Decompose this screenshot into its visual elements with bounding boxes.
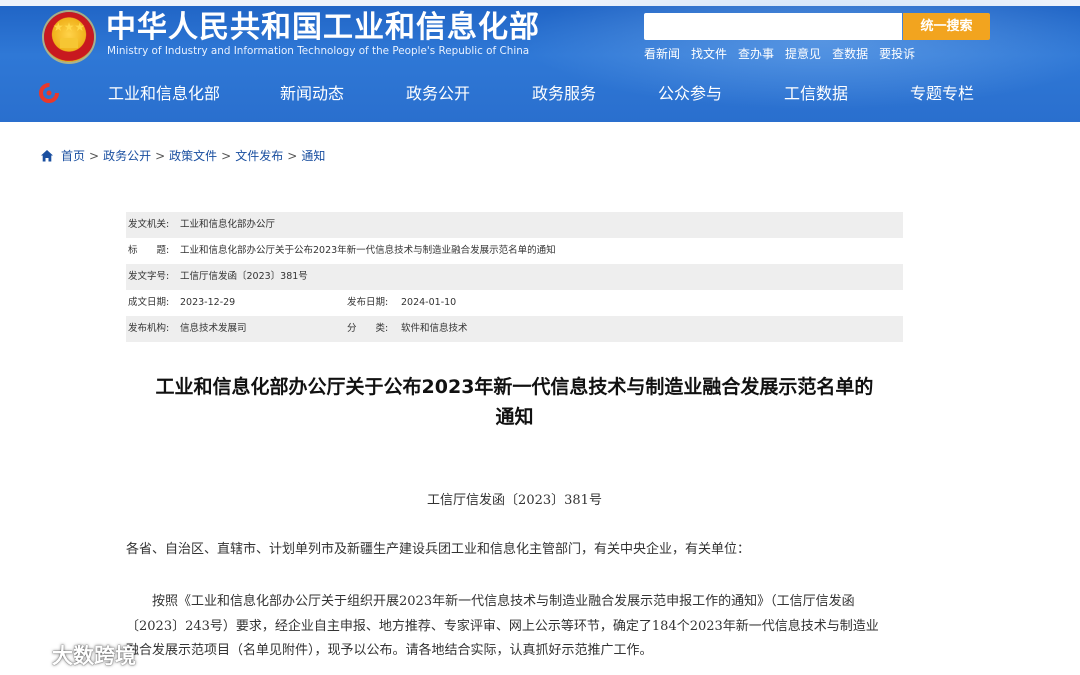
nav-item-participation[interactable]: 公众参与 — [658, 80, 722, 108]
breadcrumb-separator: > — [89, 149, 100, 163]
watermark-logo-icon — [10, 645, 48, 664]
quick-link-data[interactable]: 查数据 — [832, 45, 868, 63]
meta-value-issuer: 工业和信息化部办公厅 — [180, 219, 276, 230]
document-title: 工业和信息化部办公厅关于公布2023年新一代信息技术与制造业融合发展示范名单的 … — [126, 372, 903, 432]
meta-value-created: 2023-12-29 — [180, 297, 236, 308]
meta-row-title: 标 题: 工业和信息化部办公厅关于公布2023年新一代信息技术与制造业融合发展示… — [126, 238, 903, 264]
document-body-paragraph: 按照《工业和信息化部办公厅关于组织开展2023年新一代信息技术与制造业融合发展示… — [126, 590, 903, 664]
meta-value-title: 工业和信息化部办公厅关于公布2023年新一代信息技术与制造业融合发展示范名单的通… — [180, 245, 556, 256]
watermark-text: 大数跨境 — [52, 644, 136, 668]
meta-value-org: 信息技术发展司 — [180, 323, 247, 334]
breadcrumb-file-release[interactable]: 文件发布 — [235, 147, 283, 165]
breadcrumb-gov-affairs[interactable]: 政务公开 — [103, 147, 151, 165]
site-header: ★★★ 中华人民共和国工业和信息化部 Ministry of Industry … — [0, 0, 1080, 122]
national-emblem-icon[interactable]: ★★★ — [44, 12, 94, 62]
search-button[interactable]: 统一搜索 — [903, 13, 990, 40]
meta-label-title: 标 题: — [128, 245, 170, 256]
meta-value-category: 软件和信息技术 — [401, 323, 468, 334]
breadcrumb-policy-files[interactable]: 政策文件 — [169, 147, 217, 165]
quick-link-complaint[interactable]: 要投诉 — [879, 45, 915, 63]
breadcrumb-notice[interactable]: 通知 — [301, 147, 325, 165]
nav-item-gov-services[interactable]: 政务服务 — [532, 80, 596, 108]
meta-value-published: 2024-01-10 — [401, 297, 457, 308]
search-input[interactable] — [644, 13, 902, 40]
quick-link-services[interactable]: 查办事 — [738, 45, 774, 63]
body-line: 〔2023〕243号）要求，经企业自主申报、地方推荐、专家评审、网上公示等环节，… — [126, 618, 879, 634]
meta-row-dates: 成文日期: 2023-12-29 发布日期: 2024-01-10 — [126, 290, 903, 316]
body-line: 融合发展示范项目（名单见附件），现予以公布。请各地结合实际，认真抓好示范推广工作… — [126, 643, 653, 658]
nav-item-news[interactable]: 新闻动态 — [280, 80, 344, 108]
document-metadata-table: 发文机关: 工业和信息化部办公厅 标 题: 工业和信息化部办公厅关于公布2023… — [126, 212, 903, 342]
meta-value-doc-number: 工信厅信发函〔2023〕381号 — [180, 271, 308, 282]
breadcrumb-separator: > — [221, 149, 232, 163]
meta-label-created: 成文日期: — [128, 297, 170, 308]
site-title-cn[interactable]: 中华人民共和国工业和信息化部 — [106, 8, 540, 48]
quick-link-files[interactable]: 找文件 — [691, 45, 727, 63]
nav-item-data[interactable]: 工信数据 — [784, 80, 848, 108]
meta-row-doc-number: 发文字号: 工信厅信发函〔2023〕381号 — [126, 264, 903, 290]
ministry-logo-icon[interactable] — [38, 82, 60, 104]
main-nav: 工业和信息化部 新闻动态 政务公开 政务服务 公众参与 工信数据 专题专栏 — [80, 80, 1080, 108]
meta-row-org: 发布机构: 信息技术发展司 分 类: 软件和信息技术 — [126, 316, 903, 342]
breadcrumb-separator: > — [155, 149, 166, 163]
body-line: 按照《工业和信息化部办公厅关于组织开展2023年新一代信息技术与制造业融合发展示… — [152, 594, 855, 609]
home-icon[interactable] — [40, 149, 54, 163]
watermark: 大数跨境 — [8, 640, 136, 670]
meta-label-issuer: 发文机关: — [128, 219, 170, 230]
breadcrumb-separator: > — [287, 149, 298, 163]
site-title-en: Ministry of Industry and Information Tec… — [107, 45, 530, 57]
meta-row-issuer: 发文机关: 工业和信息化部办公厅 — [126, 212, 903, 238]
meta-label-doc-number: 发文字号: — [128, 271, 170, 282]
breadcrumb: 首页 > 政务公开 > 政策文件 > 文件发布 > 通知 — [40, 147, 325, 165]
meta-label-category: 分 类: — [347, 323, 389, 334]
quick-links: 看新闻 找文件 查办事 提意见 查数据 要投诉 — [644, 45, 926, 63]
document-title-line: 通知 — [495, 406, 534, 428]
breadcrumb-home[interactable]: 首页 — [61, 147, 85, 165]
document-addressee: 各省、自治区、直辖市、计划单列市及新疆生产建设兵团工业和信息化主管部门，有关中央… — [126, 542, 751, 557]
nav-item-gov-affairs[interactable]: 政务公开 — [406, 80, 470, 108]
document-number: 工信厅信发函〔2023〕381号 — [427, 493, 602, 508]
quick-link-feedback[interactable]: 提意见 — [785, 45, 821, 63]
document-title-line: 工业和信息化部办公厅关于公布2023年新一代信息技术与制造业融合发展示范名单的 — [155, 376, 874, 398]
meta-label-org: 发布机构: — [128, 323, 170, 334]
nav-item-topics[interactable]: 专题专栏 — [910, 80, 974, 108]
quick-link-news[interactable]: 看新闻 — [644, 45, 680, 63]
meta-label-published: 发布日期: — [347, 297, 389, 308]
nav-item-ministry[interactable]: 工业和信息化部 — [108, 80, 220, 108]
